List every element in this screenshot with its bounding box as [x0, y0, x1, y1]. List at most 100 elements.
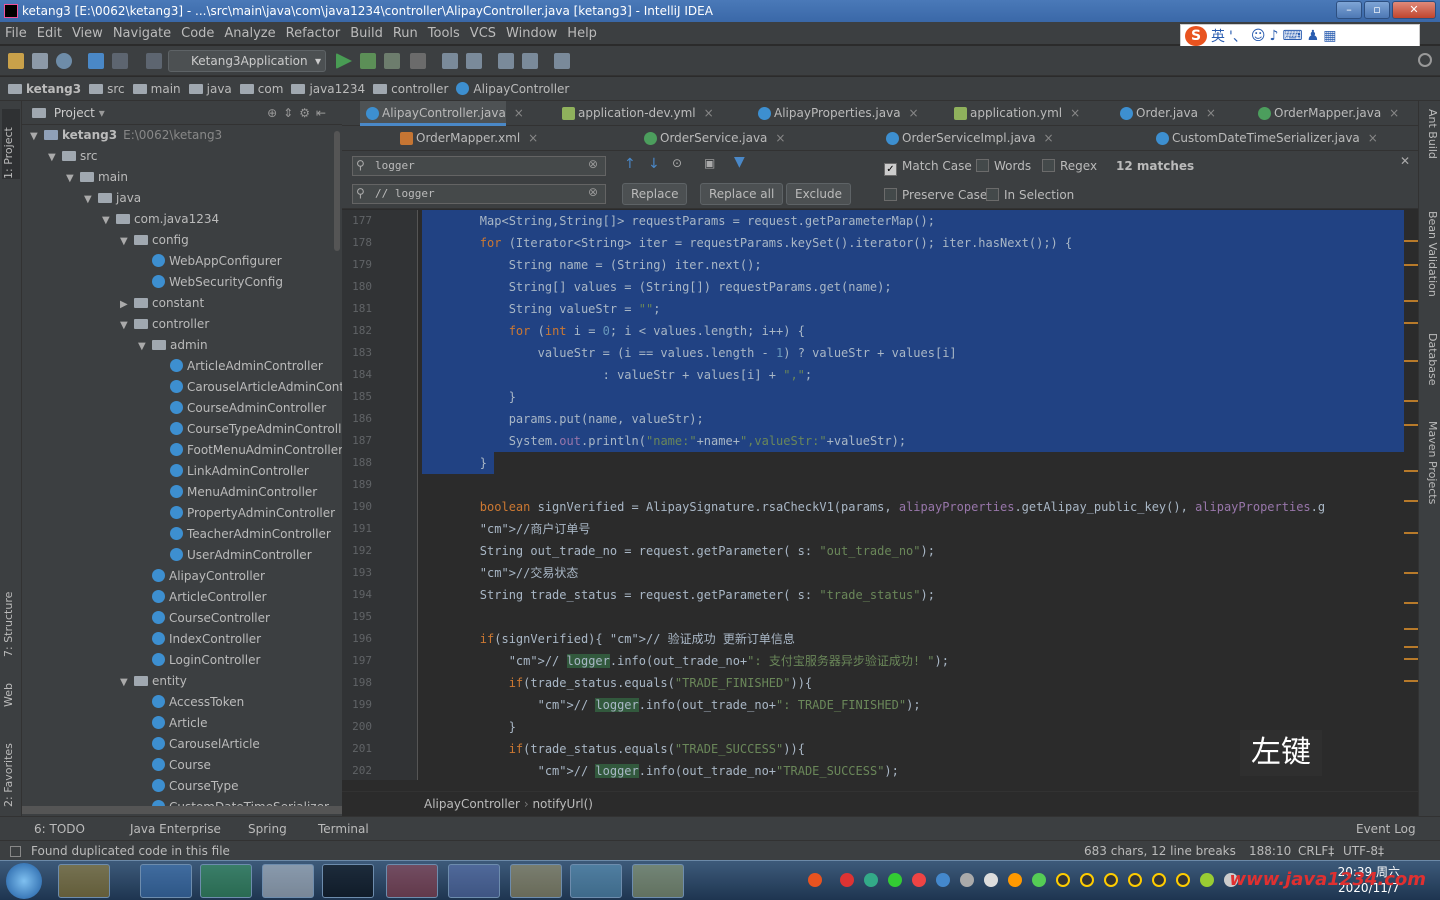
clear-search-icon[interactable]: ⊗ [588, 157, 598, 171]
editor-tab[interactable]: CustomDateTimeSerializer.java × [1150, 126, 1378, 151]
code-line[interactable]: } [422, 716, 516, 738]
code-editor[interactable]: 177 178 179 180 181 182 183 184 185 186 187 188 189 1… [342, 210, 1408, 780]
search-everywhere-icon[interactable] [1418, 53, 1432, 67]
sdk-icon[interactable] [522, 53, 538, 69]
ime-toolbar[interactable]: S 英 '、 ☺ ♪ ⌨ ♟ ▦ [1180, 24, 1420, 48]
chevron-down-icon[interactable]: ▼ [120, 315, 134, 335]
nav-crumb-7[interactable]: AlipayController [456, 77, 569, 101]
menu-refactor[interactable]: Refactor [281, 23, 346, 45]
tree-item[interactable]: CarouselArticleAdminContr [22, 377, 342, 398]
project-panel-title[interactable]: Project [54, 106, 95, 120]
close-find-icon[interactable]: ✕ [1400, 154, 1410, 168]
menu-build[interactable]: Build [345, 23, 388, 45]
code-line[interactable]: String valueStr = ""; [422, 298, 661, 320]
vertical-scrollbar[interactable] [334, 131, 340, 251]
clear-replace-icon[interactable]: ⊗ [588, 185, 598, 199]
close-tab-icon[interactable]: × [514, 101, 524, 126]
code-line[interactable]: "cm">//交易状态 [422, 562, 579, 584]
stripe-marker[interactable] [1404, 300, 1418, 302]
menu-run[interactable]: Run [388, 23, 423, 45]
editor-crumb-method[interactable]: notifyUrl() [532, 797, 593, 811]
tree-item[interactable]: LinkAdminController [22, 461, 342, 482]
tray-icon-2[interactable] [864, 873, 878, 887]
emoji-icon[interactable]: ☺ [1251, 28, 1266, 44]
stripe-marker[interactable] [1404, 264, 1418, 266]
tree-item[interactable]: ArticleController [22, 587, 342, 608]
tray-qq-icon-2[interactable] [1080, 873, 1094, 887]
tree-item[interactable]: CourseType [22, 776, 342, 797]
tray-icon-10[interactable] [1200, 873, 1214, 887]
file-encoding[interactable]: UTF-8‡ [1343, 841, 1384, 861]
replace-all-button[interactable]: Replace all [700, 183, 784, 205]
tree-item[interactable]: ▼ controller [22, 314, 342, 335]
chevron-down-icon[interactable]: ▼ [48, 147, 62, 167]
panel-actions-icon[interactable]: ⊕⇕⚙⇤ [267, 101, 332, 125]
save-icon[interactable] [32, 53, 48, 69]
code-line[interactable]: boolean signVerified = AlipaySignature.r… [422, 496, 1325, 518]
nav-crumb-4[interactable]: com [239, 77, 283, 101]
search-icon[interactable]: ⚲ [356, 158, 365, 172]
debug-icon[interactable] [360, 53, 376, 69]
tab-project[interactable]: 1: Project [2, 109, 20, 179]
keyboard-icon[interactable]: ⌨ [1282, 28, 1302, 44]
close-tab-icon[interactable]: × [775, 126, 785, 151]
menu-grid-icon[interactable]: ▦ [1323, 28, 1336, 44]
close-tab-icon[interactable]: × [1070, 101, 1080, 126]
tab-web[interactable]: Web [2, 667, 20, 707]
nav-crumb-0[interactable]: ketang3 [8, 77, 81, 101]
code-line[interactable]: "cm">// logger.info(out_trade_no+"TRADE_… [422, 760, 899, 780]
close-tab-icon[interactable]: × [1044, 126, 1054, 151]
taskbar-intellij[interactable] [322, 864, 374, 898]
vcs-update-icon[interactable] [442, 53, 458, 69]
tree-item[interactable]: CourseTypeAdminControlle [22, 419, 342, 440]
coverage-icon[interactable] [384, 53, 400, 69]
code-line[interactable]: for (Iterator<String> iter = requestPara… [422, 232, 1072, 254]
close-tab-icon[interactable]: × [528, 126, 538, 151]
tab-bean-validation[interactable]: Bean Validation [1421, 211, 1439, 321]
tree-item[interactable]: CourseAdminController [22, 398, 342, 419]
code-line[interactable]: String out_trade_no = request.getParamet… [422, 540, 935, 562]
vcs-commit-icon[interactable] [466, 53, 482, 69]
ime-mode[interactable]: 英 [1211, 26, 1225, 46]
chevron-down-icon[interactable]: ▼ [66, 168, 80, 188]
tab-todo[interactable]: 6: TODO [34, 817, 85, 841]
menu-vcs[interactable]: VCS [465, 23, 501, 45]
stripe-marker[interactable] [1404, 240, 1418, 242]
run-config-select[interactable]: Ketang3Application [168, 50, 326, 72]
code-line[interactable]: "cm">// logger.info(out_trade_no+": 支付宝服… [422, 650, 949, 672]
stripe-marker[interactable] [1404, 532, 1418, 534]
build-icon[interactable] [146, 53, 162, 69]
stripe-marker[interactable] [1404, 646, 1418, 648]
run-icon[interactable] [336, 53, 352, 69]
menu-view[interactable]: View [67, 23, 108, 45]
taskbar-app-7[interactable] [448, 864, 500, 898]
editor-tab[interactable]: AlipayProperties.java × [752, 101, 919, 126]
editor-tab[interactable]: OrderService.java × [638, 126, 785, 151]
tree-item[interactable]: ▼ admin [22, 335, 342, 356]
stripe-marker[interactable] [1404, 572, 1418, 574]
menu-edit[interactable]: Edit [32, 23, 67, 45]
stripe-marker[interactable] [1404, 602, 1418, 604]
code-line[interactable]: : valueStr + values[i] + ","; [422, 364, 813, 386]
stripe-marker[interactable] [1404, 500, 1418, 502]
menu-window[interactable]: Window [501, 23, 562, 45]
editor-tab[interactable]: application.yml × [948, 101, 1080, 126]
tree-item[interactable]: MenuAdminController [22, 482, 342, 503]
close-tab-icon[interactable]: × [909, 101, 919, 126]
next-match-icon[interactable]: ↓ [648, 156, 660, 172]
tab-ant-build[interactable]: Ant Build [1421, 109, 1439, 179]
tree-item[interactable]: PropertyAdminController [22, 503, 342, 524]
tray-qq-icon-6[interactable] [1176, 873, 1190, 887]
code-line[interactable]: Map<String,String[]> requestParams = req… [422, 210, 935, 232]
tree-item[interactable]: AlipayController [22, 566, 342, 587]
tree-item[interactable]: FootMenuAdminController [22, 440, 342, 461]
tray-icon-4[interactable] [912, 873, 926, 887]
nav-crumb-3[interactable]: java [188, 77, 232, 101]
menu-code[interactable]: Code [176, 23, 219, 45]
words-checkbox[interactable]: Words [976, 158, 1031, 174]
chevron-down-icon[interactable]: ▾ [99, 106, 105, 120]
tab-java-enterprise[interactable]: Java Enterprise [130, 817, 221, 841]
tray-icon-7[interactable] [984, 873, 998, 887]
taskbar-app-4[interactable] [262, 864, 314, 898]
tab-spring[interactable]: Spring [248, 817, 287, 841]
